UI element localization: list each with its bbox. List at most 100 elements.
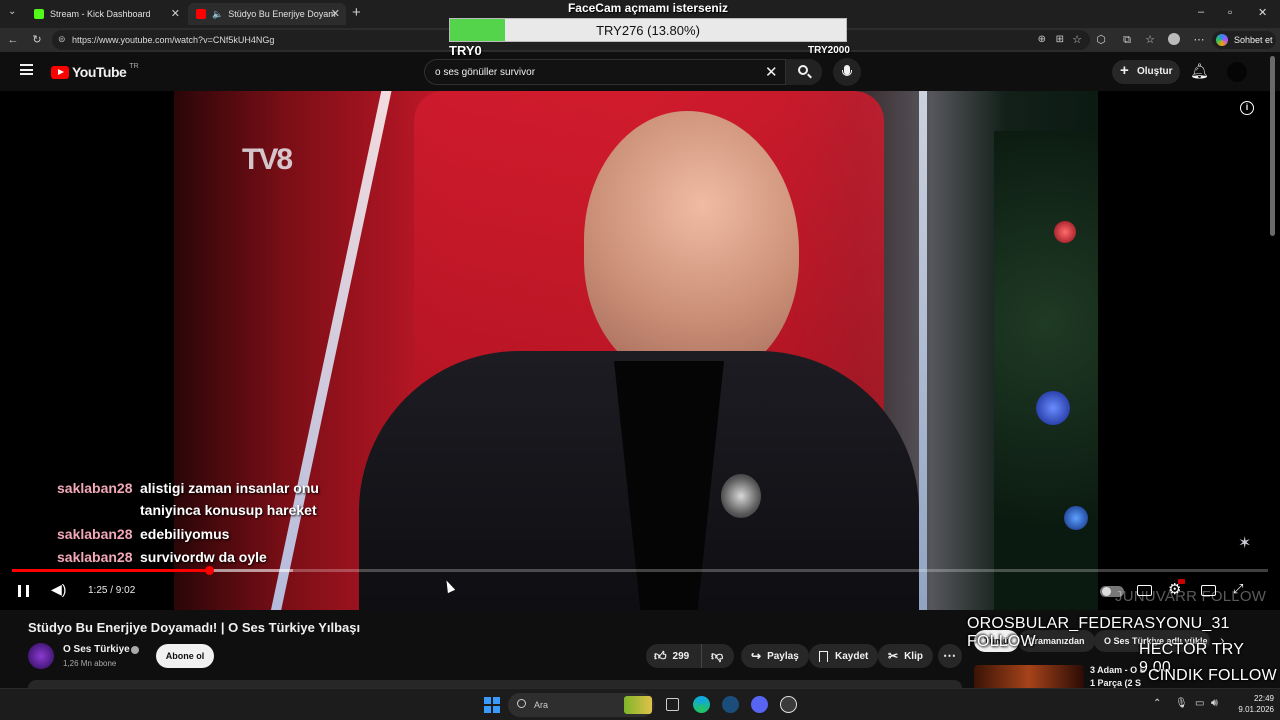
like-button[interactable]: 👍︎ 299 — [646, 644, 702, 668]
share-button[interactable]: ↪ Paylaş — [741, 644, 809, 668]
notifications-bell-icon[interactable]: 🔔︎ — [1190, 62, 1209, 80]
pause-icon[interactable] — [18, 585, 29, 597]
volume-tray-icon[interactable]: 🔊︎ — [1211, 697, 1218, 710]
search-highlight-icon — [624, 696, 652, 714]
favorite-star-icon[interactable]: ☆ — [1072, 33, 1082, 46]
goal-min-label: TRY0 — [449, 43, 482, 58]
dislike-button[interactable]: 👎︎ — [702, 649, 723, 664]
tab-label: Stream - Kick Dashboard — [50, 9, 151, 19]
goal-max-label: TRY2000 — [808, 45, 850, 56]
taskbar-search[interactable]: Ara — [508, 693, 654, 717]
close-tab-icon[interactable]: ✕ — [331, 7, 340, 20]
youtube-header: YouTube TR o ses gönüller survivor ✕ + O… — [0, 52, 1280, 91]
clip-button[interactable]: ✂ Klip — [878, 644, 933, 668]
jacket-brooch — [721, 474, 761, 518]
minimize-window-button[interactable]: – — [1198, 6, 1204, 18]
thumbs-down-icon: 👎︎ — [711, 648, 724, 663]
channel-avatar[interactable] — [28, 643, 54, 669]
hamburger-menu-icon[interactable] — [20, 64, 33, 75]
related-video-title[interactable]: 3 Adam - O S — [1090, 665, 1146, 675]
close-tab-icon[interactable]: ✕ — [171, 7, 180, 20]
reload-icon[interactable]: ↻ — [30, 33, 44, 47]
back-icon[interactable]: ← — [6, 33, 20, 47]
translate-icon[interactable]: ⊕ — [1038, 34, 1046, 45]
steam-icon[interactable] — [722, 696, 739, 713]
related-video-subtitle: 1 Parça (2 S — [1090, 678, 1142, 688]
grid-icon[interactable]: ⊞ — [1056, 34, 1064, 45]
clock-date: 9.01.2026 — [1238, 705, 1274, 714]
page-scrollbar-thumb[interactable] — [1270, 56, 1275, 236]
ornament — [1064, 506, 1088, 530]
copilot-chat-button[interactable]: Sohbet et — [1212, 31, 1276, 49]
tab-kick-dashboard[interactable]: Stream - Kick Dashboard ✕ — [26, 3, 186, 25]
scissors-icon: ✂ — [888, 649, 899, 663]
create-label: Oluştur — [1137, 66, 1173, 77]
speaker-icon[interactable]: 🔈 — [212, 9, 223, 20]
close-window-button[interactable]: ✕ — [1258, 6, 1267, 19]
windows-taskbar: Ara ⌃ 🎙︎ ▭ 🔊︎ 22:49 9.01.2026 — [0, 688, 1280, 720]
site-info-icon[interactable]: ⊜ — [58, 34, 66, 45]
taskbar-clock[interactable]: 22:49 9.01.2026 — [1230, 693, 1274, 715]
description-box-edge — [28, 680, 962, 688]
goal-progress-text: TRY276 (13.80%) — [596, 23, 700, 38]
chat-message-line: edebiliyomus — [140, 526, 230, 542]
copilot-icon — [1216, 34, 1228, 46]
plus-icon: + — [1120, 62, 1129, 79]
collections-icon[interactable]: ☆ — [1143, 33, 1157, 47]
tray-chevron-icon[interactable]: ⌃ — [1153, 698, 1161, 709]
more-menu-icon[interactable]: ⋯ — [1192, 33, 1206, 47]
discord-icon[interactable] — [751, 696, 768, 713]
goal-progress-bar: TRY276 (13.80%) — [449, 18, 847, 42]
video-played-bar — [12, 569, 210, 572]
video-progress-track[interactable] — [12, 566, 1268, 575]
search-button[interactable] — [786, 59, 822, 85]
subscribe-button[interactable]: Abone ol — [156, 644, 214, 668]
bookmark-icon — [819, 650, 828, 662]
video-player[interactable]: TV8 i ✶ saklaban28 alistigi zaman insanl… — [0, 91, 1280, 610]
save-button[interactable]: Kaydet — [809, 644, 879, 668]
youtube-favicon-icon — [196, 9, 206, 19]
obs-icon[interactable] — [780, 696, 797, 713]
microphone-tray-icon[interactable]: 🎙︎ — [1175, 698, 1188, 709]
like-dislike-group: 👍︎ 299 👎︎ — [646, 644, 734, 668]
alert-follow: CINDIK FOLLOW — [1148, 667, 1277, 684]
tab-youtube-video[interactable]: 🔈 Stüdyo Bu Enerjiye Doyamadı ✕ — [188, 3, 346, 25]
voice-search-button[interactable] — [833, 58, 861, 86]
chat-message-line: alistigi zaman insanlar onu — [140, 480, 319, 496]
profile-avatar-icon[interactable] — [1167, 33, 1181, 49]
like-count: 299 — [672, 650, 690, 662]
channel-name[interactable]: O Ses Türkiye — [63, 644, 130, 655]
related-thumbnail[interactable] — [974, 665, 1084, 688]
clear-search-icon[interactable]: ✕ — [765, 63, 778, 81]
create-button[interactable]: + Oluştur — [1112, 60, 1180, 84]
extensions-icon[interactable]: ⬡ — [1094, 33, 1108, 47]
network-tray-icon[interactable]: ▭ — [1195, 698, 1204, 709]
ornament — [1054, 221, 1076, 243]
split-icon[interactable]: ⧉ — [1120, 33, 1134, 47]
info-icon[interactable]: i — [1240, 101, 1254, 115]
chat-username: saklaban28 — [57, 480, 133, 496]
more-actions-button[interactable]: ⋯ — [938, 644, 962, 668]
new-tab-button[interactable]: + — [352, 4, 361, 21]
search-input[interactable]: o ses gönüller survivor ✕ — [424, 59, 822, 85]
copilot-label: Sohbet et — [1234, 35, 1273, 45]
video-frame[interactable]: TV8 — [174, 91, 1098, 610]
start-windows-icon[interactable] — [484, 697, 500, 713]
branding-watermark-icon[interactable]: ✶ — [1238, 533, 1251, 553]
taskbar-search-placeholder: Ara — [534, 700, 549, 710]
thumbs-up-icon: 👍︎ — [654, 648, 667, 663]
save-label: Kaydet — [835, 650, 869, 662]
task-view-icon[interactable] — [666, 698, 679, 711]
region-code: TR — [129, 62, 139, 70]
share-label: Paylaş — [767, 650, 799, 662]
clock-time: 22:49 — [1253, 694, 1274, 703]
search-icon — [517, 699, 526, 708]
search-query: o ses gönüller survivor — [435, 67, 536, 78]
edge-browser-icon[interactable] — [693, 696, 710, 713]
tab-list-chevron-icon[interactable]: ⌄ — [8, 6, 16, 17]
share-arrow-icon: ↪ — [751, 649, 762, 663]
account-avatar[interactable] — [1227, 62, 1247, 82]
volume-icon[interactable]: ◀) — [51, 581, 66, 598]
maximize-window-button[interactable]: ▫ — [1228, 5, 1232, 19]
youtube-logo[interactable]: YouTube TR — [51, 62, 139, 80]
